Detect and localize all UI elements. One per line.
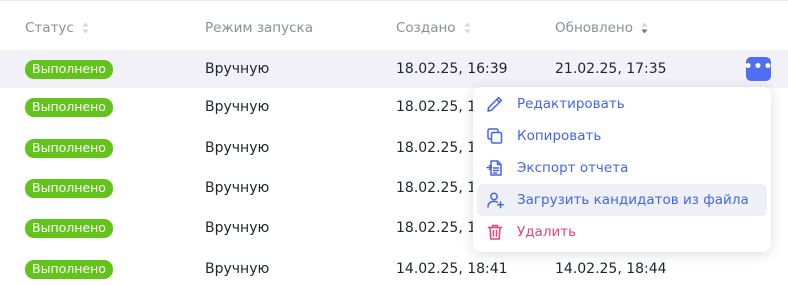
menu-item-export-report[interactable]: Экспорт отчета [477,152,767,184]
menu-item-label: Копировать [517,128,602,144]
mode-cell: Вручную [205,180,270,196]
created-cell: 18.02.25, 1 [396,180,477,196]
column-header-status[interactable]: Статус [25,20,89,36]
table-header: Статус Режим запуска Создано Обновлено [0,0,788,52]
menu-item-label: Экспорт отчета [517,160,629,176]
mode-cell: Вручную [205,220,270,236]
status-badge: Выполнено [25,178,113,198]
sort-icon [82,21,89,35]
column-label: Создано [396,20,456,36]
runs-table: Статус Режим запуска Создано Обновлено В… [0,0,788,279]
created-cell: 14.02.25, 18:41 [396,261,508,277]
more-actions-button[interactable]: ••• [743,57,774,81]
status-badge: Выполнено [25,259,113,279]
mode-cell: Вручную [205,99,270,115]
sort-descending-icon [641,21,648,35]
column-label: Обновлено [555,20,634,36]
menu-item-delete[interactable]: Удалить [477,216,767,248]
column-header-updated[interactable]: Обновлено [555,20,648,36]
column-header-mode: Режим запуска [205,20,313,36]
export-report-icon [485,158,505,178]
more-horizontal-icon: ••• [743,58,774,75]
copy-icon [485,126,505,146]
column-header-created[interactable]: Создано [396,20,471,36]
mode-cell: Вручную [205,61,270,77]
status-badge: Выполнено [25,97,113,117]
menu-item-label: Редактировать [517,96,625,112]
menu-item-upload-candidates[interactable]: Загрузить кандидатов из файла [477,184,767,216]
menu-item-label: Загрузить кандидатов из файла [517,192,749,208]
sort-icon [464,21,471,35]
created-cell: 18.02.25, 1 [396,99,477,115]
table-row[interactable]: Выполнено Вручную 14.02.25, 18:41 14.02.… [0,250,788,285]
mode-cell: Вручную [205,140,270,156]
menu-item-edit[interactable]: Редактировать [477,88,767,120]
column-label: Статус [25,20,74,36]
status-badge: Выполнено [25,138,113,158]
add-user-icon [485,190,505,210]
column-label: Режим запуска [205,20,313,36]
status-badge: Выполнено [25,218,113,238]
created-cell: 18.02.25, 1 [396,140,477,156]
updated-cell: 14.02.25, 18:44 [555,261,667,277]
pencil-icon [485,94,505,114]
trash-icon [485,222,505,242]
table-row[interactable]: Выполнено Вручную 18.02.25, 16:39 21.02.… [0,50,788,88]
menu-item-copy[interactable]: Копировать [477,120,767,152]
mode-cell: Вручную [205,261,270,277]
created-cell: 18.02.25, 16:39 [396,61,508,77]
menu-item-label: Удалить [517,224,577,240]
created-cell: 18.02.25, 1 [396,220,477,236]
updated-cell: 21.02.25, 17:35 [555,61,667,77]
status-badge: Выполнено [25,59,113,79]
row-context-menu: Редактировать Копировать Экспорт отчета [473,87,771,252]
